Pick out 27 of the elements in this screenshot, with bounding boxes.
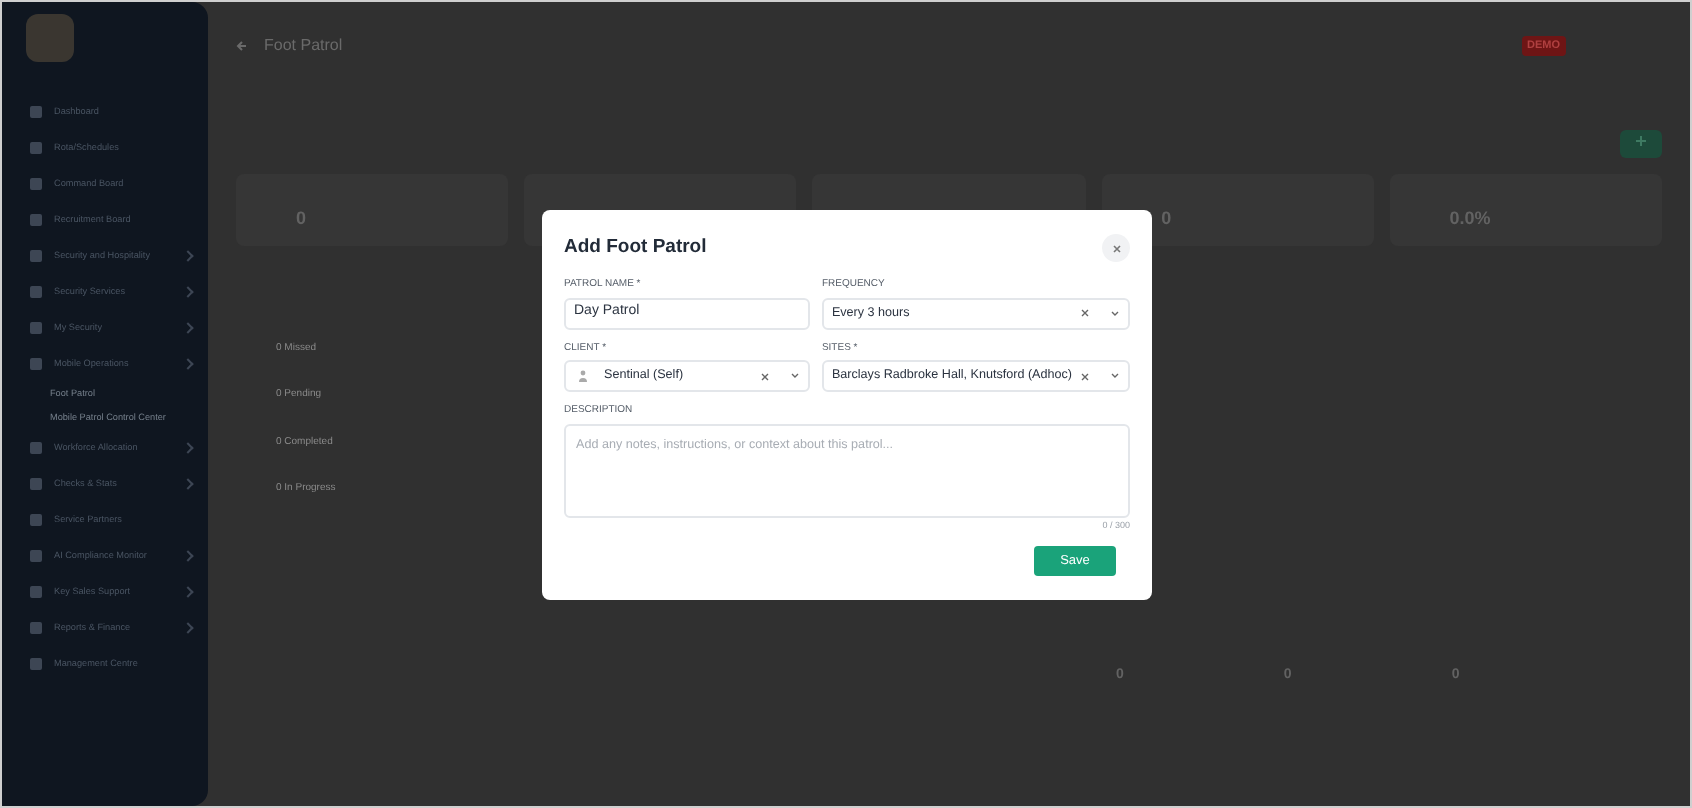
clear-icon[interactable] bbox=[759, 371, 770, 381]
menu-item-icon bbox=[30, 622, 42, 634]
clear-icon[interactable] bbox=[1080, 371, 1090, 381]
caret-icon[interactable] bbox=[1110, 372, 1120, 380]
menu-item-icon bbox=[30, 442, 42, 454]
menu-item-icon bbox=[30, 358, 42, 370]
caret-icon[interactable] bbox=[789, 372, 800, 380]
page-title: Foot Patrol bbox=[264, 34, 343, 58]
menu-item-icon bbox=[30, 322, 42, 334]
menu-item-icon bbox=[30, 286, 42, 298]
caret-icon[interactable] bbox=[1110, 309, 1120, 317]
menu-item-icon bbox=[30, 178, 42, 190]
menu-item-icon bbox=[30, 514, 42, 526]
clear-icon[interactable] bbox=[1080, 308, 1090, 318]
menu-item-icon bbox=[30, 106, 42, 118]
logo-icon bbox=[26, 14, 74, 62]
menu-item-icon bbox=[30, 550, 42, 562]
menu-item-icon bbox=[30, 586, 42, 598]
modal-title: Add Foot Patrol bbox=[564, 236, 707, 260]
close-icon bbox=[1111, 243, 1121, 253]
menu-item-icon bbox=[30, 142, 42, 154]
menu-item-icon bbox=[30, 214, 42, 226]
menu-item-icon bbox=[30, 250, 42, 262]
menu-item-icon bbox=[30, 658, 42, 670]
menu-item-icon bbox=[30, 478, 42, 490]
plus-icon bbox=[1636, 136, 1646, 147]
create-button[interactable] bbox=[1620, 130, 1662, 157]
